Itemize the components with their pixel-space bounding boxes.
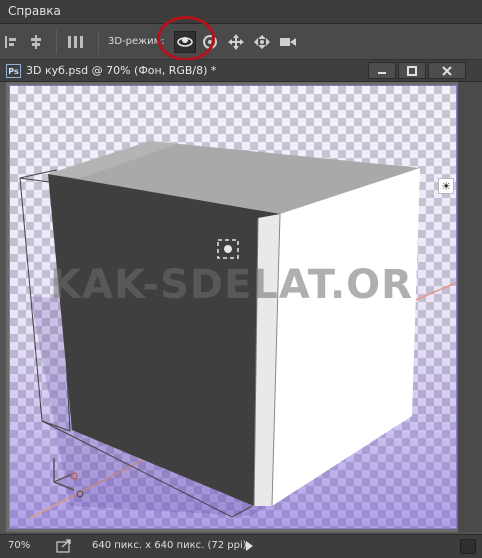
close-icon xyxy=(442,65,452,76)
menu-bar: Справка xyxy=(0,0,482,24)
document-title: 3D куб.psd @ 70% (Фон, RGB/8) * xyxy=(26,64,217,77)
menu-help[interactable]: Справка xyxy=(8,4,61,18)
status-menu-arrow-icon[interactable] xyxy=(246,541,253,551)
status-bar: 70% 640 пикс. x 640 пикс. (72 ppi) xyxy=(0,534,482,558)
maximize-icon xyxy=(407,65,417,76)
zoom-level[interactable]: 70% xyxy=(8,540,30,551)
separator xyxy=(98,30,99,54)
align-left-icon[interactable] xyxy=(2,32,22,52)
canvas-area: KAK-SDELAT.OR xyxy=(6,82,458,532)
document-canvas[interactable]: KAK-SDELAT.OR xyxy=(9,85,457,529)
scale-3d-icon[interactable] xyxy=(278,32,298,52)
separator xyxy=(56,30,57,54)
close-button[interactable] xyxy=(428,62,466,79)
light-icon[interactable]: ☀ xyxy=(438,178,454,194)
pan-3d-icon[interactable] xyxy=(226,32,246,52)
export-icon[interactable] xyxy=(56,539,72,553)
document-info: 640 пикс. x 640 пикс. (72 ppi) xyxy=(92,540,247,551)
align-center-icon[interactable] xyxy=(26,32,46,52)
highlight-circle xyxy=(157,16,215,61)
minimize-icon xyxy=(378,71,386,74)
slide-3d-icon[interactable] xyxy=(252,32,272,52)
watermark-text: KAK-SDELAT.OR xyxy=(50,262,413,308)
distribute-icon[interactable] xyxy=(66,32,86,52)
3d-widget-dot xyxy=(224,245,232,253)
minimize-button[interactable] xyxy=(368,62,396,79)
cube-side-face xyxy=(272,168,420,506)
options-bar: 3D-режим: xyxy=(0,24,482,60)
resize-grip[interactable] xyxy=(460,539,476,554)
maximize-button[interactable] xyxy=(398,62,426,79)
right-dock-strip xyxy=(458,82,482,532)
photoshop-icon: Ps xyxy=(6,64,21,78)
document-tab[interactable]: Ps 3D куб.psd @ 70% (Фон, RGB/8) * xyxy=(0,60,482,82)
